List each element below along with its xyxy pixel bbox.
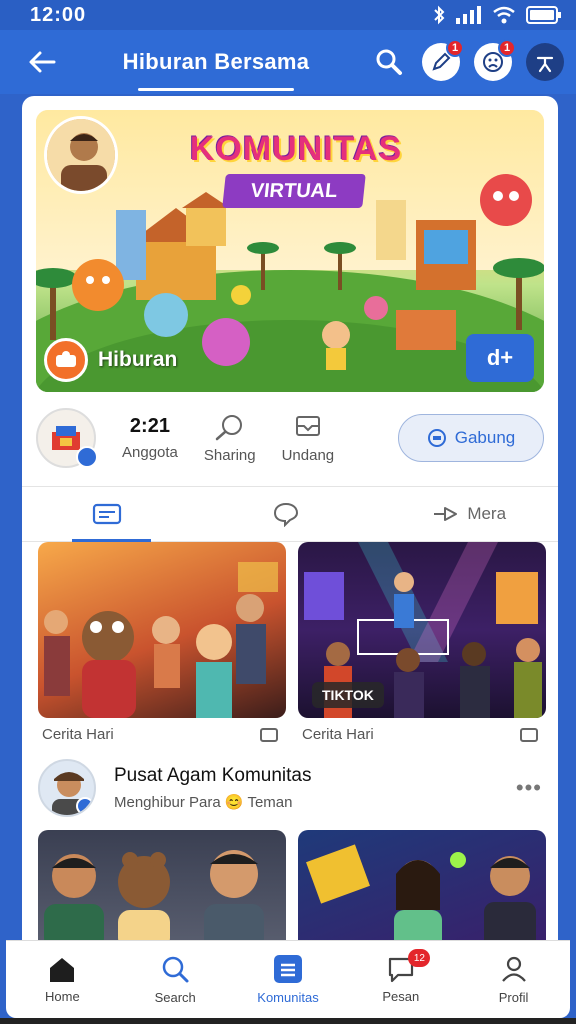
save-icon[interactable] xyxy=(520,728,538,742)
karaoke-scene-image xyxy=(44,562,278,718)
post-image-2[interactable] xyxy=(298,830,546,950)
accessibility-button[interactable] xyxy=(526,43,564,81)
member-label: Anggota xyxy=(122,444,178,461)
tab-label: Mera xyxy=(467,504,507,523)
content-tabs: Mera xyxy=(22,486,558,542)
verified-icon xyxy=(76,797,94,815)
nav-label: Home xyxy=(45,989,80,1004)
post-image-1[interactable] xyxy=(38,830,286,950)
search-icon xyxy=(376,49,402,75)
nav-search[interactable]: Search xyxy=(119,941,232,1018)
nav-label: Pesan xyxy=(382,989,420,1004)
tab-posts[interactable] xyxy=(22,487,201,542)
hero-channel: Hiburan xyxy=(44,338,177,382)
arrow-left-icon xyxy=(29,51,56,73)
gaming-image xyxy=(306,844,536,950)
top-app-bar: Hiburan Bersama 1 1 xyxy=(0,30,576,94)
tab-chat[interactable] xyxy=(201,487,380,541)
inbox-icon xyxy=(295,415,320,436)
nav-home[interactable]: Home xyxy=(6,941,119,1018)
accessibility-icon xyxy=(536,56,554,73)
back-button[interactable] xyxy=(22,42,62,82)
chat-bubble-icon xyxy=(273,502,299,527)
nav-community[interactable]: Komunitas xyxy=(232,941,345,1018)
thumbnail-1-caption: Cerita Hari xyxy=(42,726,114,743)
post-subtitle: Menghibur Para 😊 Teman xyxy=(114,794,293,811)
member-count: 2:21 xyxy=(129,415,170,437)
community-avatar[interactable] xyxy=(36,408,98,468)
channel-name: Hiburan xyxy=(98,348,178,371)
bluetooth-icon xyxy=(434,5,445,25)
search-icon xyxy=(162,956,189,983)
nav-label: Komunitas xyxy=(257,990,319,1005)
wifi-icon xyxy=(493,6,515,24)
nav-profile[interactable]: Profil xyxy=(457,941,570,1018)
join-label: Gabung xyxy=(454,428,516,447)
profile-notification-button[interactable]: 1 xyxy=(474,39,516,81)
video-thumbnail-2[interactable]: TIKTOK xyxy=(298,542,546,718)
status-bar: 12:00 xyxy=(0,0,576,30)
nav-messages[interactable]: 12 Pesan xyxy=(344,941,457,1018)
post-author-avatar[interactable] xyxy=(38,759,96,817)
plus-circle-icon xyxy=(427,429,446,447)
share-arrow-icon xyxy=(434,507,458,521)
hero-title: KOMUNITAS xyxy=(189,130,403,168)
member-stat[interactable]: 2:21 Anggota xyxy=(122,415,178,461)
edit-notification-button[interactable]: 1 xyxy=(422,39,464,81)
battery-icon xyxy=(526,6,561,24)
hero-subtitle-banner: VIRTUAL xyxy=(222,174,366,208)
video-thumbnail-1[interactable] xyxy=(38,542,286,718)
verified-icon xyxy=(76,446,98,468)
nav-label: Search xyxy=(154,990,196,1005)
search-button[interactable] xyxy=(370,43,408,81)
platform-badge: TIKTOK xyxy=(312,682,384,708)
post-title: Pusat Agam Komunitas xyxy=(114,765,312,786)
tab-share[interactable]: Mera xyxy=(379,487,558,541)
bottom-edge xyxy=(0,1018,576,1024)
list-icon xyxy=(273,955,302,983)
post-meta: Pusat Agam Komunitas Menghibur Para 😊 Te… xyxy=(114,765,312,811)
save-icon[interactable] xyxy=(260,728,278,742)
share-label: Sharing xyxy=(203,446,256,464)
nav-label: Profil xyxy=(498,990,529,1005)
header-actions: 1 1 xyxy=(370,39,564,81)
status-icons xyxy=(432,5,562,25)
bottom-navigation: Home Search Komunitas 12 Pesan Profil xyxy=(6,940,570,1018)
search-bubble-icon xyxy=(215,414,242,440)
status-time: 12:00 xyxy=(30,3,87,26)
thumbnail-2-caption: Cerita Hari xyxy=(302,726,374,743)
invite-label: Undang xyxy=(281,446,335,464)
main-content: KOMUNITAS VIRTUAL Hiburan d+ 2:21 Anggot… xyxy=(22,96,558,1024)
hero-action-button[interactable]: d+ xyxy=(466,334,534,382)
notification-badge: 1 xyxy=(446,39,464,57)
hero-banner[interactable]: KOMUNITAS VIRTUAL Hiburan d+ xyxy=(36,110,544,392)
notification-badge: 1 xyxy=(498,39,516,57)
community-logo-icon xyxy=(52,426,80,450)
card-icon xyxy=(93,503,122,525)
page-title: Hiburan Bersama xyxy=(62,49,370,91)
post-header: Pusat Agam Komunitas Menghibur Para 😊 Te… xyxy=(38,756,542,820)
join-button[interactable]: Gabung xyxy=(398,414,544,462)
share-stat[interactable]: Sharing xyxy=(204,413,256,464)
more-options-icon[interactable]: ••• xyxy=(516,775,542,801)
selfie-image xyxy=(44,850,264,950)
channel-logo-icon xyxy=(44,338,88,382)
community-stats: 2:21 Anggota Sharing Undang Gabung xyxy=(36,406,544,470)
messages-badge: 12 xyxy=(408,949,431,967)
signal-icon xyxy=(456,6,481,24)
profile-icon xyxy=(501,956,526,982)
invite-stat[interactable]: Undang xyxy=(281,413,335,464)
home-icon xyxy=(50,958,75,982)
hero-host-avatar xyxy=(44,116,118,194)
